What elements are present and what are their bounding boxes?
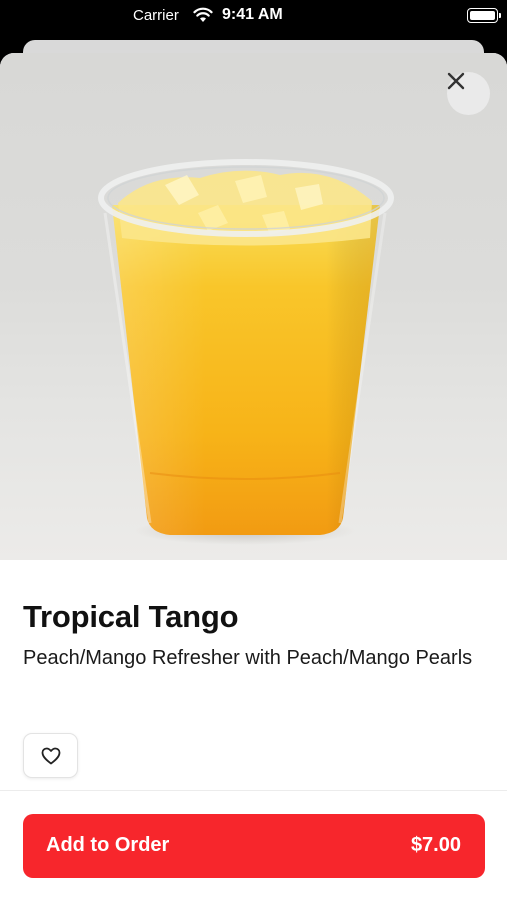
carrier-label: Carrier bbox=[133, 7, 179, 24]
close-button[interactable] bbox=[447, 72, 490, 115]
product-description: Peach/Mango Refresher with Peach/Mango P… bbox=[23, 647, 473, 669]
battery-icon bbox=[467, 8, 501, 23]
product-image bbox=[0, 53, 507, 560]
add-to-order-label: Add to Order bbox=[46, 834, 170, 856]
wifi-icon bbox=[193, 7, 213, 22]
status-bar: Carrier 9:41 AM bbox=[0, 0, 507, 36]
price-label: $7.00 bbox=[410, 834, 461, 856]
product-sheet: Tropical Tango Peach/Mango Refresher wit… bbox=[0, 53, 507, 900]
product-title: Tropical Tango bbox=[23, 599, 239, 634]
add-to-order-button[interactable]: Add to Order $7.00 bbox=[23, 814, 485, 878]
close-icon bbox=[447, 72, 465, 90]
clock: 9:41 AM bbox=[222, 6, 283, 23]
favorite-button[interactable] bbox=[23, 733, 78, 778]
divider bbox=[0, 790, 507, 791]
drink-cup-illustration bbox=[98, 159, 394, 545]
heart-icon bbox=[41, 747, 60, 764]
